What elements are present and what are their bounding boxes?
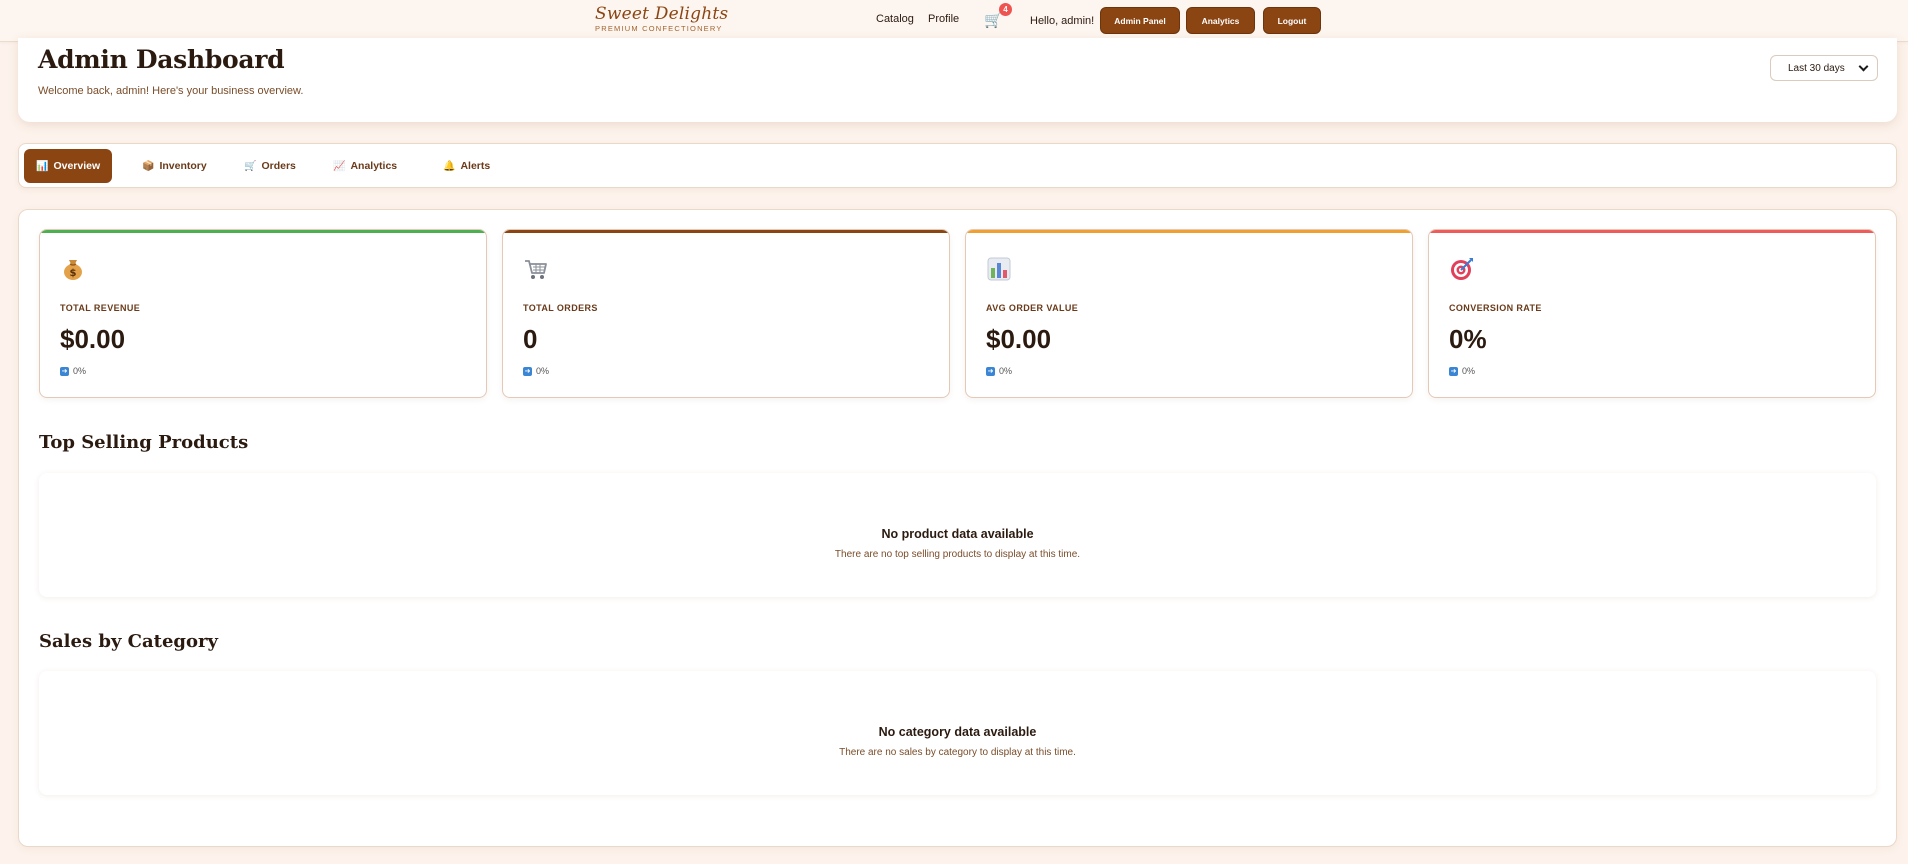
stat-label: TOTAL ORDERS (523, 303, 598, 313)
tab-overview[interactable]: 📊 Overview (24, 149, 113, 183)
admin-panel-button[interactable]: Admin Panel (1100, 7, 1180, 34)
cart-icon: 🛒 (984, 12, 1003, 29)
top-navbar: Sweet Delights PREMIUM CONFECTIONERY Cat… (0, 0, 1908, 42)
stat-card-revenue: $ TOTAL REVENUE $0.00 ➜ 0% (39, 229, 487, 398)
arrow-right-icon: ➜ (1449, 366, 1458, 376)
stat-change: ➜ 0% (1449, 366, 1475, 376)
stat-value: 0% (1449, 324, 1487, 354)
empty-state-text: There are no top selling products to dis… (834, 549, 1081, 560)
tab-label: Overview (53, 160, 101, 172)
page-title: Admin Dashboard (38, 45, 285, 74)
empty-state-title: No product data available (881, 527, 1034, 541)
empty-state-title: No category data available (878, 725, 1037, 739)
analytics-button[interactable]: Analytics (1186, 7, 1255, 34)
arrow-right-icon: ➜ (60, 366, 69, 376)
stat-change-value: 0% (1462, 366, 1476, 376)
tab-label: Analytics (350, 160, 398, 172)
tab-label: Inventory (159, 160, 207, 172)
stat-value: 0 (523, 324, 538, 354)
chart-icon: 📊 (36, 160, 49, 172)
card-accent-bar (1429, 230, 1875, 233)
dashboard-header: Admin Dashboard Welcome back, admin! Her… (18, 38, 1897, 122)
cart-button[interactable]: 🛒 4 (984, 3, 1012, 32)
top-products-title: Top Selling Products (39, 432, 249, 453)
empty-state-text: There are no sales by category to displa… (839, 747, 1076, 758)
stat-change: ➜ 0% (986, 366, 1012, 376)
card-accent-bar (503, 230, 949, 233)
category-sales-empty-state: No category data available There are no … (39, 671, 1876, 795)
bell-icon: 🔔 (443, 160, 456, 172)
stat-card-conversion: CONVERSION RATE 0% ➜ 0% (1428, 229, 1876, 398)
stat-change-value: 0% (999, 366, 1013, 376)
brand-tagline: PREMIUM CONFECTIONERY (595, 24, 723, 33)
stat-value: $0.00 (986, 324, 1052, 354)
chevron-down-icon (1858, 61, 1869, 72)
tab-label: Orders (261, 160, 296, 172)
stat-card-avg-order: AVG ORDER VALUE $0.00 ➜ 0% (965, 229, 1413, 398)
arrow-right-icon: ➜ (523, 366, 532, 376)
stat-change: ➜ 0% (60, 366, 86, 376)
nav-link-profile[interactable]: Profile (928, 13, 959, 25)
card-accent-bar (40, 230, 486, 233)
stat-label: CONVERSION RATE (1449, 303, 1542, 313)
logout-button[interactable]: Logout (1263, 7, 1321, 34)
tab-orders[interactable]: 🛒 Orders (232, 149, 308, 183)
cart-count-badge: 4 (999, 3, 1012, 16)
arrow-right-icon: ➜ (986, 366, 995, 376)
tab-label: Alerts (460, 160, 491, 172)
date-range-value: Last 30 days (1788, 63, 1845, 74)
card-accent-bar (966, 230, 1412, 233)
tab-inventory[interactable]: 📦 Inventory (130, 149, 219, 183)
bar-chart-icon (987, 257, 1011, 281)
date-range-select[interactable]: Last 30 days (1770, 55, 1878, 81)
stat-label: TOTAL REVENUE (60, 303, 141, 313)
cart-icon (525, 260, 547, 279)
stat-change-value: 0% (536, 366, 550, 376)
stat-change-value: 0% (73, 366, 87, 376)
stat-value: $0.00 (60, 324, 126, 354)
tab-analytics[interactable]: 📈 Analytics (321, 149, 409, 183)
package-icon: 📦 (142, 160, 155, 172)
brand-name: Sweet Delights (595, 4, 729, 24)
dashboard-tabs: 📊 Overview 📦 Inventory 🛒 Orders 📈 Analyt… (18, 143, 1897, 188)
brand-logo[interactable]: Sweet Delights PREMIUM CONFECTIONERY (595, 4, 728, 34)
trend-icon: 📈 (333, 160, 346, 172)
overview-panel: $ TOTAL REVENUE $0.00 ➜ 0% TOTAL ORDERS … (18, 209, 1897, 847)
page-subtitle: Welcome back, admin! Here's your busines… (38, 85, 304, 97)
stat-change: ➜ 0% (523, 366, 549, 376)
cart-icon: 🛒 (244, 160, 257, 172)
money-bag-icon: $ (64, 260, 82, 280)
category-sales-title: Sales by Category (39, 631, 218, 652)
tab-alerts[interactable]: 🔔 Alerts (431, 149, 502, 183)
user-greeting: Hello, admin! (1030, 15, 1095, 27)
stat-label: AVG ORDER VALUE (986, 303, 1079, 313)
top-products-empty-state: No product data available There are no t… (39, 473, 1876, 597)
svg-text:$: $ (70, 268, 77, 279)
stat-card-orders: TOTAL ORDERS 0 ➜ 0% (502, 229, 950, 398)
target-icon (1451, 258, 1473, 280)
nav-link-catalog[interactable]: Catalog (876, 13, 914, 25)
